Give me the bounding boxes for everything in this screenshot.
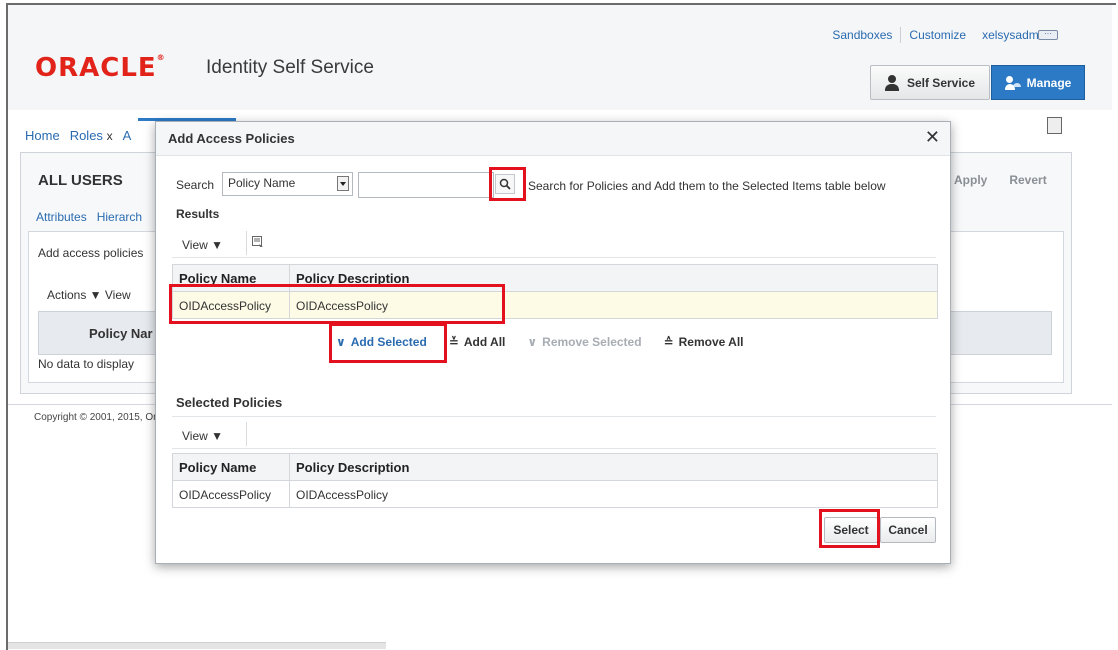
policy-name-cell: OIDAccessPolicy — [173, 481, 290, 507]
column-policy-description[interactable]: Policy Description — [290, 454, 415, 480]
logo-text: ORACLE — [35, 53, 157, 83]
page-title: ALL USERS — [38, 172, 123, 189]
more-icon[interactable]: ··· — [1038, 30, 1058, 40]
add-policies-note: Add access policies — [38, 246, 144, 260]
search-input[interactable] — [358, 172, 494, 198]
remove-all-label: Remove All — [678, 335, 744, 349]
tab-roles[interactable]: Roles x — [70, 128, 113, 143]
search-highlight — [489, 167, 526, 201]
search-hint: Search for Policies and Add them to the … — [528, 179, 886, 193]
export-icon[interactable] — [1047, 117, 1062, 134]
apply-button[interactable]: Apply — [954, 173, 987, 187]
no-data-text: No data to display — [38, 357, 135, 371]
app-title: Identity Self Service — [206, 57, 374, 78]
view-menu[interactable]: View ▼ — [182, 238, 223, 252]
column-policy-name[interactable]: Policy Name — [173, 454, 290, 480]
selected-table: Policy Name Policy Description OIDAccess… — [172, 453, 938, 508]
divider — [246, 422, 247, 446]
app-header: Sandboxes Customize xelsysadm ▼ ··· ORAC… — [8, 5, 1112, 110]
self-service-label: Self Service — [906, 75, 976, 90]
tab-home[interactable]: Home — [25, 128, 60, 143]
add-all-label: Add All — [463, 335, 506, 349]
revert-button[interactable]: Revert — [1009, 173, 1046, 187]
copyright: Copyright © 2001, 2015, Or — [34, 412, 157, 423]
dialog-header: Add Access Policies ✕ — [156, 122, 950, 156]
apply-revert-group: Apply Revert — [954, 173, 1047, 187]
divider — [246, 231, 247, 255]
close-icon[interactable]: ✕ — [925, 127, 940, 148]
search-label: Search — [176, 178, 215, 192]
sandboxes-link[interactable]: Sandboxes — [824, 28, 900, 42]
double-chevron-up-icon: ≙ — [663, 335, 674, 349]
cancel-button[interactable]: Cancel — [880, 517, 936, 543]
view-menu[interactable]: View ▼ — [182, 429, 223, 443]
table-row[interactable]: OIDAccessPolicy OIDAccessPolicy — [173, 481, 937, 507]
close-icon[interactable]: x — [107, 129, 113, 143]
person-icon — [884, 74, 899, 91]
manage-button[interactable]: Manage — [991, 65, 1085, 100]
policy-description-cell: OIDAccessPolicy — [296, 488, 389, 502]
detach-icon[interactable] — [252, 236, 264, 248]
oracle-logo: ORACLE® — [35, 53, 166, 83]
remove-all-button[interactable]: ≙ Remove All — [664, 335, 744, 349]
customize-link[interactable]: Customize — [901, 28, 974, 42]
page-tabs: Home Roles x A — [25, 128, 131, 143]
selected-toolbar: View ▼ — [172, 420, 936, 449]
double-chevron-down-icon: ≚ — [448, 335, 459, 349]
search-field-select[interactable]: Policy Name — [222, 172, 353, 196]
manage-label: Manage — [1026, 75, 1072, 90]
add-selected-highlight — [329, 323, 447, 363]
sub-tabs: Attributes Hierarch — [36, 210, 142, 224]
tab-attributes[interactable]: Attributes — [36, 210, 87, 224]
chevron-down-icon: ∨ — [527, 335, 538, 349]
logo-mark: ® — [156, 53, 166, 62]
self-service-button[interactable]: Self Service — [870, 65, 990, 100]
remove-selected-button[interactable]: ∨ Remove Selected — [527, 335, 641, 349]
add-access-policies-dialog: Add Access Policies ✕ Search Policy Name… — [155, 121, 951, 564]
tab-active[interactable]: A — [123, 128, 132, 143]
search-field-value: Policy Name — [228, 176, 296, 190]
selected-policies-label: Selected Policies — [176, 395, 283, 410]
dialog-title: Add Access Policies — [168, 131, 295, 146]
chevron-down-icon[interactable] — [337, 176, 349, 191]
bg-policy-column: Policy Nar — [89, 326, 153, 341]
row-highlight — [169, 284, 505, 324]
add-all-button[interactable]: ≚ Add All — [449, 335, 506, 349]
select-highlight — [819, 509, 880, 548]
divider — [172, 416, 936, 417]
top-links: Sandboxes Customize xelsysadm ▼ — [824, 27, 1062, 43]
results-toolbar: View ▼ — [172, 229, 936, 258]
tab-hierarchy[interactable]: Hierarch — [97, 210, 142, 224]
results-label: Results — [176, 207, 220, 221]
manage-users-icon — [1004, 75, 1021, 91]
table-header: Policy Name Policy Description — [173, 454, 937, 481]
actions-menu[interactable]: Actions ▼ View — [47, 288, 131, 302]
remove-selected-label: Remove Selected — [542, 335, 642, 349]
tab-roles-label: Roles — [69, 128, 103, 143]
